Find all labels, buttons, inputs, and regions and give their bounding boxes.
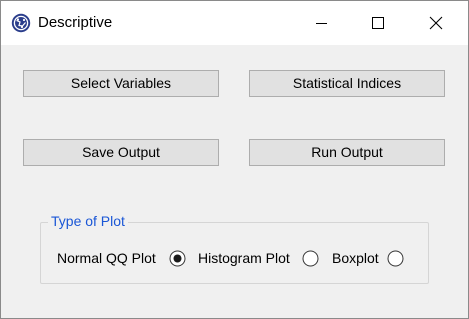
radio-selected-icon [169,250,186,267]
run-output-button[interactable]: Run Output [249,139,445,166]
title-bar[interactable]: Descriptive [1,1,468,45]
radio-normal-qq-plot[interactable]: Normal QQ Plot [57,249,187,269]
window-title: Descriptive [38,14,113,31]
minimize-icon [316,23,327,24]
radio-histogram-plot[interactable]: Histogram Plot [198,249,322,269]
maximize-button[interactable] [355,1,401,45]
maximize-icon [372,17,384,29]
close-button[interactable] [413,1,459,45]
radio-unselected-icon [387,250,404,267]
radio-boxplot[interactable]: Boxplot [332,249,406,269]
minimize-button[interactable] [299,1,345,45]
descriptive-window: Descriptive Select Variables Statistical… [0,0,469,319]
save-output-button[interactable]: Save Output [23,139,219,166]
radio-unselected-icon [302,250,319,267]
radio-label: Boxplot [332,250,379,266]
select-variables-button[interactable]: Select Variables [23,70,219,97]
radio-label: Histogram Plot [198,250,290,266]
close-icon [429,16,443,30]
plot-type-legend: Type of Plot [48,213,128,230]
statistical-indices-button[interactable]: Statistical Indices [249,70,445,97]
radio-label: Normal QQ Plot [57,250,156,266]
app-globe-icon [11,13,31,33]
